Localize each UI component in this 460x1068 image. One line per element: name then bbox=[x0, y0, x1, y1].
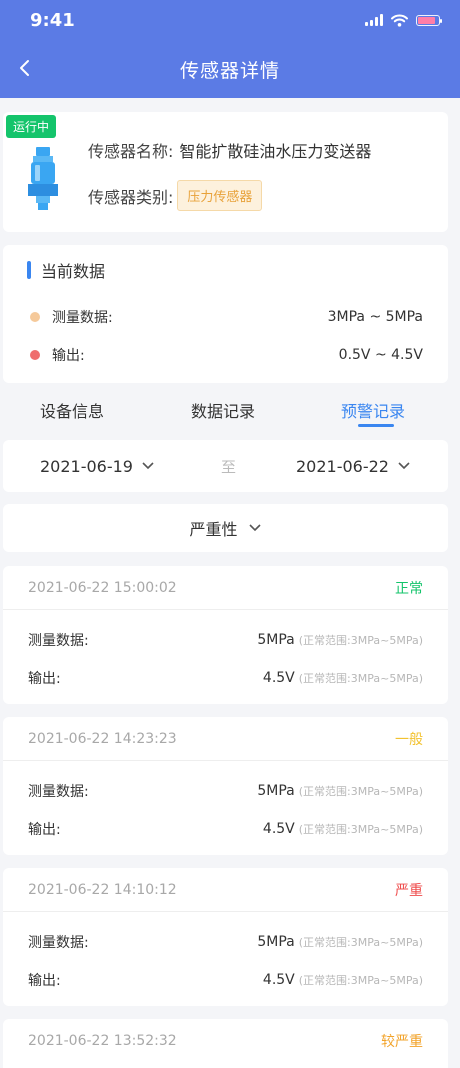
current-measure-row: 测量数据: 3MPa ~ 5MPa bbox=[30, 307, 423, 327]
record-measure-row: 测量数据: 5MPa (正常范围:3MPa~5MPa) bbox=[28, 781, 423, 801]
tab-alert-records[interactable]: 预警记录 bbox=[341, 398, 405, 422]
severity-badge: 较严重 bbox=[381, 1034, 423, 1050]
record-header: 2021-06-22 14:10:12 严重 bbox=[3, 868, 448, 912]
record-measure-label: 测量数据: bbox=[28, 633, 89, 649]
record-measure-row: 测量数据: 5MPa (正常范围:3MPa~5MPa) bbox=[28, 932, 423, 952]
back-arrow-icon[interactable] bbox=[12, 55, 38, 81]
sensor-name-row: 传感器名称: 智能扩散硅油水压力变送器 bbox=[88, 138, 371, 162]
severity-badge: 正常 bbox=[395, 580, 423, 597]
record-time: 2021-06-22 15:00:02 bbox=[28, 579, 177, 596]
record-measure-label: 测量数据: bbox=[28, 784, 89, 800]
record-output-label: 输出: bbox=[28, 973, 61, 989]
record-measure-value: 5MPa bbox=[257, 783, 295, 799]
record-header: 2021-06-22 15:00:02 正常 bbox=[3, 566, 448, 610]
sensor-type-row: 传感器类别: 压力传感器 bbox=[88, 180, 263, 211]
detail-tabs: 设备信息 数据记录 预警记录 bbox=[0, 390, 460, 430]
current-data-card: 当前数据 测量数据: 3MPa ~ 5MPa 输出: 0.5V ~ 4.5V bbox=[3, 245, 448, 383]
app-header: 9:41 传感器详情 bbox=[0, 0, 460, 98]
severity-badge: 一般 bbox=[395, 731, 423, 748]
record-output-value: 4.5V bbox=[262, 821, 295, 837]
current-measure-value: 3MPa ~ 5MPa bbox=[327, 309, 423, 325]
chevron-down-icon bbox=[398, 462, 410, 470]
output-dot-icon bbox=[30, 350, 40, 360]
alert-record-card[interactable]: 2021-06-22 14:10:12 严重 测量数据: 5MPa (正常范围:… bbox=[3, 868, 448, 1006]
alert-record-card[interactable]: 2021-06-22 15:00:02 正常 测量数据: 5MPa (正常范围:… bbox=[3, 566, 448, 704]
sensor-type-label: 传感器类别: bbox=[88, 187, 174, 207]
record-output-row: 输出: 4.5V (正常范围:3MPa~5MPa) bbox=[28, 668, 423, 688]
record-time: 2021-06-22 14:23:23 bbox=[28, 730, 177, 747]
status-time: 9:41 bbox=[30, 9, 75, 31]
record-output-value: 4.5V bbox=[262, 972, 295, 988]
sensor-name-value: 智能扩散硅油水压力变送器 bbox=[179, 142, 372, 161]
start-date-picker[interactable]: 2021-06-19 bbox=[40, 457, 155, 476]
record-output-label: 输出: bbox=[28, 671, 61, 687]
severity-badge: 严重 bbox=[395, 882, 423, 899]
alert-record-card[interactable]: 2021-06-22 13:52:32 较严重 bbox=[3, 1019, 448, 1068]
section-accent-bar bbox=[27, 261, 31, 279]
record-measure-range: (正常范围:3MPa~5MPa) bbox=[298, 785, 423, 798]
current-data-title-text: 当前数据 bbox=[41, 262, 106, 281]
active-tab-indicator bbox=[358, 424, 394, 427]
record-output-range: (正常范围:3MPa~5MPa) bbox=[298, 974, 423, 987]
record-header: 2021-06-22 13:52:32 较严重 bbox=[3, 1019, 448, 1063]
record-measure-value: 5MPa bbox=[257, 934, 295, 950]
record-measure-value: 5MPa bbox=[257, 632, 295, 648]
record-output-label: 输出: bbox=[28, 822, 61, 838]
record-time: 2021-06-22 13:52:32 bbox=[28, 1033, 177, 1049]
record-output-row: 输出: 4.5V (正常范围:3MPa~5MPa) bbox=[28, 819, 423, 839]
tab-data-records[interactable]: 数据记录 bbox=[191, 398, 255, 422]
record-measure-range: (正常范围:3MPa~5MPa) bbox=[298, 936, 423, 949]
running-status-badge: 运行中 bbox=[6, 115, 57, 138]
current-output-value: 0.5V ~ 4.5V bbox=[338, 347, 423, 363]
current-data-title: 当前数据 bbox=[27, 258, 105, 282]
tab-device-info[interactable]: 设备信息 bbox=[40, 398, 104, 422]
chevron-down-icon bbox=[142, 462, 154, 470]
signal-icon bbox=[365, 14, 383, 26]
record-output-range: (正常范围:3MPa~5MPa) bbox=[298, 672, 423, 685]
status-icons bbox=[365, 14, 442, 27]
record-time: 2021-06-22 14:10:12 bbox=[28, 881, 177, 898]
current-output-row: 输出: 0.5V ~ 4.5V bbox=[30, 345, 423, 365]
start-date-value: 2021-06-19 bbox=[40, 456, 133, 476]
record-output-row: 输出: 4.5V (正常范围:3MPa~5MPa) bbox=[28, 970, 423, 990]
page-title: 传感器详情 bbox=[179, 59, 280, 82]
measure-dot-icon bbox=[30, 312, 40, 322]
record-measure-range: (正常范围:3MPa~5MPa) bbox=[298, 634, 423, 647]
record-header: 2021-06-22 14:23:23 一般 bbox=[3, 717, 448, 761]
date-range-card: 2021-06-19 至 2021-06-22 bbox=[3, 440, 448, 492]
severity-filter[interactable]: 严重性 bbox=[3, 504, 448, 552]
battery-icon bbox=[416, 14, 442, 26]
pressure-sensor-icon bbox=[28, 147, 58, 210]
record-output-value: 4.5V bbox=[262, 670, 295, 686]
status-bar: 9:41 bbox=[0, 0, 460, 40]
sensor-type-tag: 压力传感器 bbox=[177, 180, 263, 211]
end-date-value: 2021-06-22 bbox=[296, 456, 389, 476]
record-output-range: (正常范围:3MPa~5MPa) bbox=[298, 823, 423, 836]
wifi-icon bbox=[391, 14, 408, 27]
severity-filter-label: 严重性 bbox=[189, 520, 238, 539]
sensor-info-card: 运行中 传感器名称: 智能扩散硅油水压力变送器 传感器类别: 压力传感器 bbox=[3, 112, 448, 232]
record-measure-row: 测量数据: 5MPa (正常范围:3MPa~5MPa) bbox=[28, 630, 423, 650]
sensor-name-label: 传感器名称: bbox=[88, 142, 174, 161]
date-separator: 至 bbox=[221, 457, 237, 476]
alert-record-card[interactable]: 2021-06-22 14:23:23 一般 测量数据: 5MPa (正常范围:… bbox=[3, 717, 448, 855]
chevron-down-icon bbox=[248, 524, 261, 532]
current-measure-label: 测量数据: bbox=[52, 310, 113, 326]
record-measure-label: 测量数据: bbox=[28, 935, 89, 951]
nav-bar: 传感器详情 bbox=[0, 40, 460, 98]
end-date-picker[interactable]: 2021-06-22 bbox=[296, 457, 411, 476]
current-output-label: 输出: bbox=[52, 348, 85, 364]
